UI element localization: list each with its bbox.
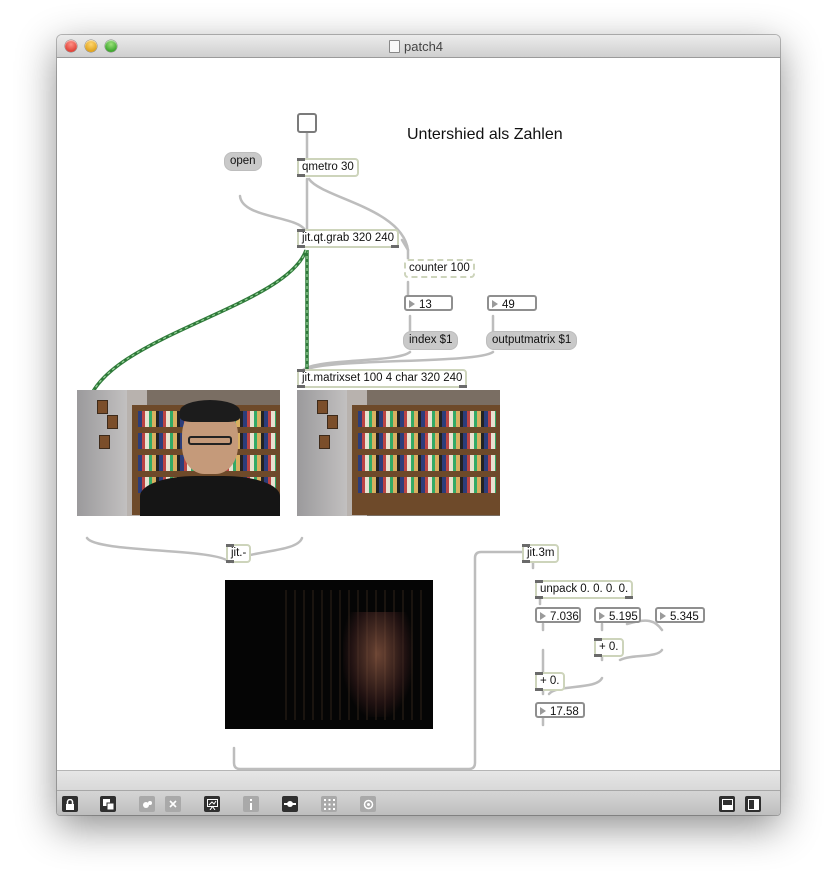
close-box-icon[interactable] [165, 796, 181, 812]
mean-3-number-box[interactable]: 5.345 [655, 607, 705, 623]
close-icon[interactable] [65, 40, 77, 52]
plus-2-label: + 0. [540, 675, 560, 687]
cord-mean3-plus1 [618, 648, 664, 662]
counter-label: counter 100 [409, 262, 470, 274]
jit-3m-object[interactable]: jit.3m [522, 544, 560, 563]
plus-1-object[interactable]: + 0. [594, 638, 624, 657]
jit-minus-object[interactable]: jit.- [226, 544, 252, 563]
qtgrab-object[interactable]: jit.qt.grab 320 240 [297, 229, 400, 248]
zoom-icon[interactable] [105, 40, 117, 52]
cord-outputmatrix-matrixset [303, 350, 495, 372]
bang-button[interactable] [297, 113, 317, 133]
qmetro-label: qmetro 30 [302, 161, 354, 173]
matrixset-label: jit.matrixset 100 4 char 320 240 [302, 372, 463, 384]
live-video-display[interactable] [77, 390, 280, 516]
mean-1-number-box[interactable]: 7.036 [535, 607, 581, 623]
status-bar [57, 770, 780, 791]
patcher-toolbar [57, 790, 780, 815]
qtgrab-label: jit.qt.grab 320 240 [302, 232, 395, 244]
difference-display[interactable] [225, 580, 433, 729]
window-title: patch4 [404, 39, 444, 54]
patcher-window: patch4 Untershied als Zahlen qmetro 30 o… [57, 35, 780, 815]
plus-1-label: + 0. [599, 641, 619, 653]
counter-number-box[interactable]: 13 [404, 295, 453, 311]
unpack-object[interactable]: unpack 0. 0. 0. 0. [535, 580, 634, 599]
index-message[interactable]: index $1 [403, 331, 459, 350]
presentation-icon[interactable] [100, 796, 116, 812]
patch-comment: Untershied als Zahlen [407, 126, 563, 143]
jit-3m-label: jit.3m [527, 547, 555, 559]
info-icon[interactable] [243, 796, 259, 812]
split-vertical-icon[interactable] [745, 796, 761, 812]
unpack-label: unpack 0. 0. 0. 0. [540, 583, 629, 595]
jit-minus-label: jit.- [231, 547, 247, 559]
counter-object[interactable]: counter 100 [404, 259, 475, 278]
slider-icon[interactable] [282, 796, 298, 812]
split-horizontal-icon[interactable] [719, 796, 735, 812]
output-index-number-box[interactable]: 49 [487, 295, 537, 311]
outputmatrix-message[interactable]: outputmatrix $1 [486, 331, 578, 350]
document-icon [389, 40, 400, 53]
plus-2-object[interactable]: + 0. [535, 672, 565, 691]
stored-frame-display[interactable] [297, 390, 500, 516]
clipboard-icon[interactable] [139, 796, 155, 812]
snap-icon[interactable] [360, 796, 376, 812]
lock-icon[interactable] [62, 796, 78, 812]
matrixset-object[interactable]: jit.matrixset 100 4 char 320 240 [297, 369, 468, 388]
grid-icon[interactable] [321, 796, 337, 812]
cord-open-grab [238, 194, 307, 232]
qmetro-object[interactable]: qmetro 30 [297, 158, 359, 177]
patch-canvas[interactable]: Untershied als Zahlen qmetro 30 open jit… [57, 58, 780, 770]
inspector-icon[interactable] [204, 796, 220, 812]
minimize-icon[interactable] [85, 40, 97, 52]
open-message[interactable]: open [224, 152, 262, 171]
sum-number-box[interactable]: 17.58 [535, 702, 585, 718]
cord-video1-minus [85, 536, 231, 564]
title-bar[interactable]: patch4 [57, 35, 780, 58]
mean-2-number-box[interactable]: 5.195 [594, 607, 641, 623]
